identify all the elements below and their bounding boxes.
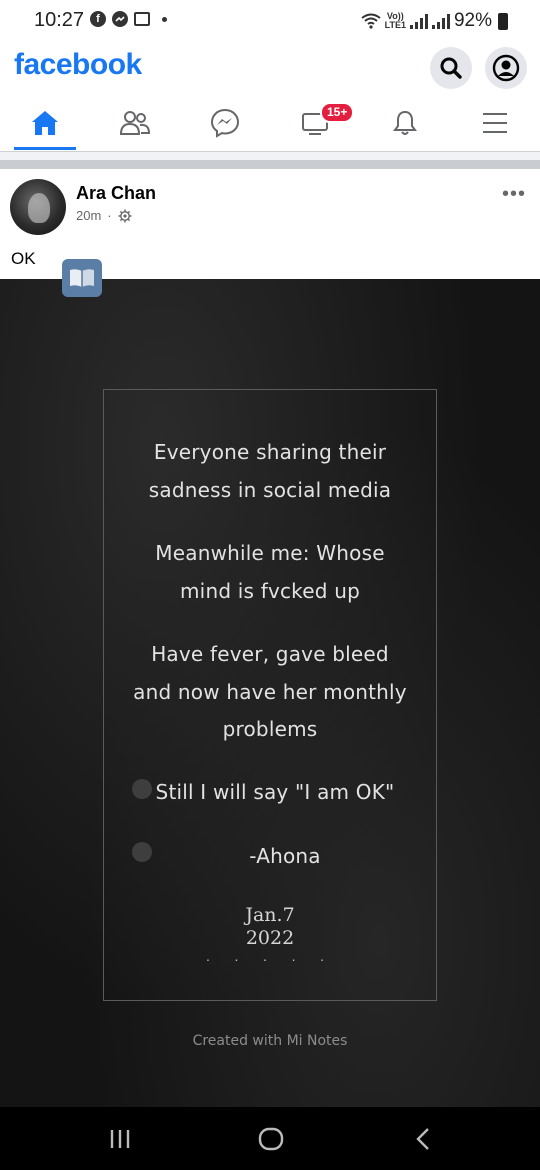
note-signature: -Ahona (249, 844, 321, 868)
note-frame: Everyone sharing their sadness in social… (103, 389, 437, 1001)
hamburger-menu-icon (483, 113, 507, 133)
messenger-notification-icon (112, 11, 128, 27)
signal-icon-2 (431, 13, 450, 29)
avatar[interactable] (10, 179, 66, 235)
gear-icon (118, 209, 132, 222)
watch-badge: 15+ (320, 102, 355, 123)
note-line: and now have her monthly (133, 680, 407, 704)
post-meta: 20m · (76, 208, 132, 223)
home-icon (32, 111, 58, 135)
status-time: 10:27 (34, 9, 85, 31)
messenger-icon (210, 108, 240, 138)
tab-watch[interactable]: 15+ (270, 96, 360, 150)
book-app-icon[interactable] (62, 259, 102, 297)
recent-apps-button[interactable] (100, 1121, 140, 1157)
wifi-icon (361, 13, 381, 29)
feed-separator (0, 160, 540, 169)
recent-apps-icon (110, 1130, 130, 1148)
search-button[interactable] (430, 47, 472, 89)
back-chevron-icon (416, 1128, 429, 1150)
facebook-notification-icon: f (90, 11, 106, 27)
note-line: Meanwhile me: Whose (155, 541, 385, 565)
post-time[interactable]: 20m (76, 208, 101, 223)
note-line: Have fever, gave bleed (151, 642, 389, 666)
nav-tabs: 15+ (0, 96, 540, 150)
tab-notifications[interactable] (360, 96, 450, 150)
note-line: Everyone sharing their (153, 440, 387, 464)
tab-menu[interactable] (450, 96, 540, 150)
meta-separator: · (107, 208, 112, 223)
tab-messenger[interactable] (180, 96, 270, 150)
post-card: Ara Chan 20m · ••• OK (0, 169, 540, 297)
active-tab-indicator (14, 147, 76, 150)
post-author[interactable]: Ara Chan (76, 183, 156, 204)
home-circle-icon (258, 1127, 284, 1151)
more-notifications-dot (162, 16, 167, 22)
mi-notes-watermark: Created with Mi Notes (192, 1033, 348, 1049)
tab-friends[interactable] (90, 96, 180, 150)
note-line: Still I will say "I am OK" (155, 780, 395, 804)
app-header: facebook (0, 42, 540, 96)
avatar-figure (28, 193, 50, 223)
post-more-options-button[interactable]: ••• (502, 184, 526, 204)
profile-button[interactable] (485, 47, 527, 89)
post-text: OK (11, 249, 36, 268)
volte-indicator: Vo)) LTE1 (384, 11, 406, 30)
friends-icon (119, 111, 151, 135)
status-system-icons: Vo)) LTE1 92% (361, 10, 508, 32)
profile-icon (492, 54, 520, 82)
tab-home[interactable] (0, 96, 90, 150)
gallery-notification-icon (134, 12, 150, 26)
note-line: sadness in social media (148, 478, 392, 502)
battery-icon (498, 12, 508, 30)
battery-percent: 92% (453, 10, 492, 31)
signal-icon-1 (409, 13, 428, 29)
post-image[interactable]: Everyone sharing their sadness in social… (0, 279, 540, 1107)
note-dots: · · · · · (205, 951, 335, 967)
status-notification-icons: f (90, 11, 167, 27)
note-date-month: Jan.7 (245, 904, 295, 926)
back-button[interactable] (403, 1121, 443, 1157)
stories-strip-edge (0, 152, 540, 160)
bell-icon (393, 110, 417, 135)
book-icon (70, 269, 94, 287)
status-bar: 10:27 f Vo)) LTE1 92% (0, 0, 540, 42)
search-icon (440, 57, 462, 79)
note-date-year: 2022 (245, 927, 295, 949)
system-navigation-bar (0, 1107, 540, 1170)
facebook-logo[interactable]: facebook (14, 48, 142, 82)
home-button[interactable] (251, 1121, 291, 1157)
note-line: problems (222, 717, 318, 741)
note-line: mind is fvcked up (180, 579, 360, 603)
